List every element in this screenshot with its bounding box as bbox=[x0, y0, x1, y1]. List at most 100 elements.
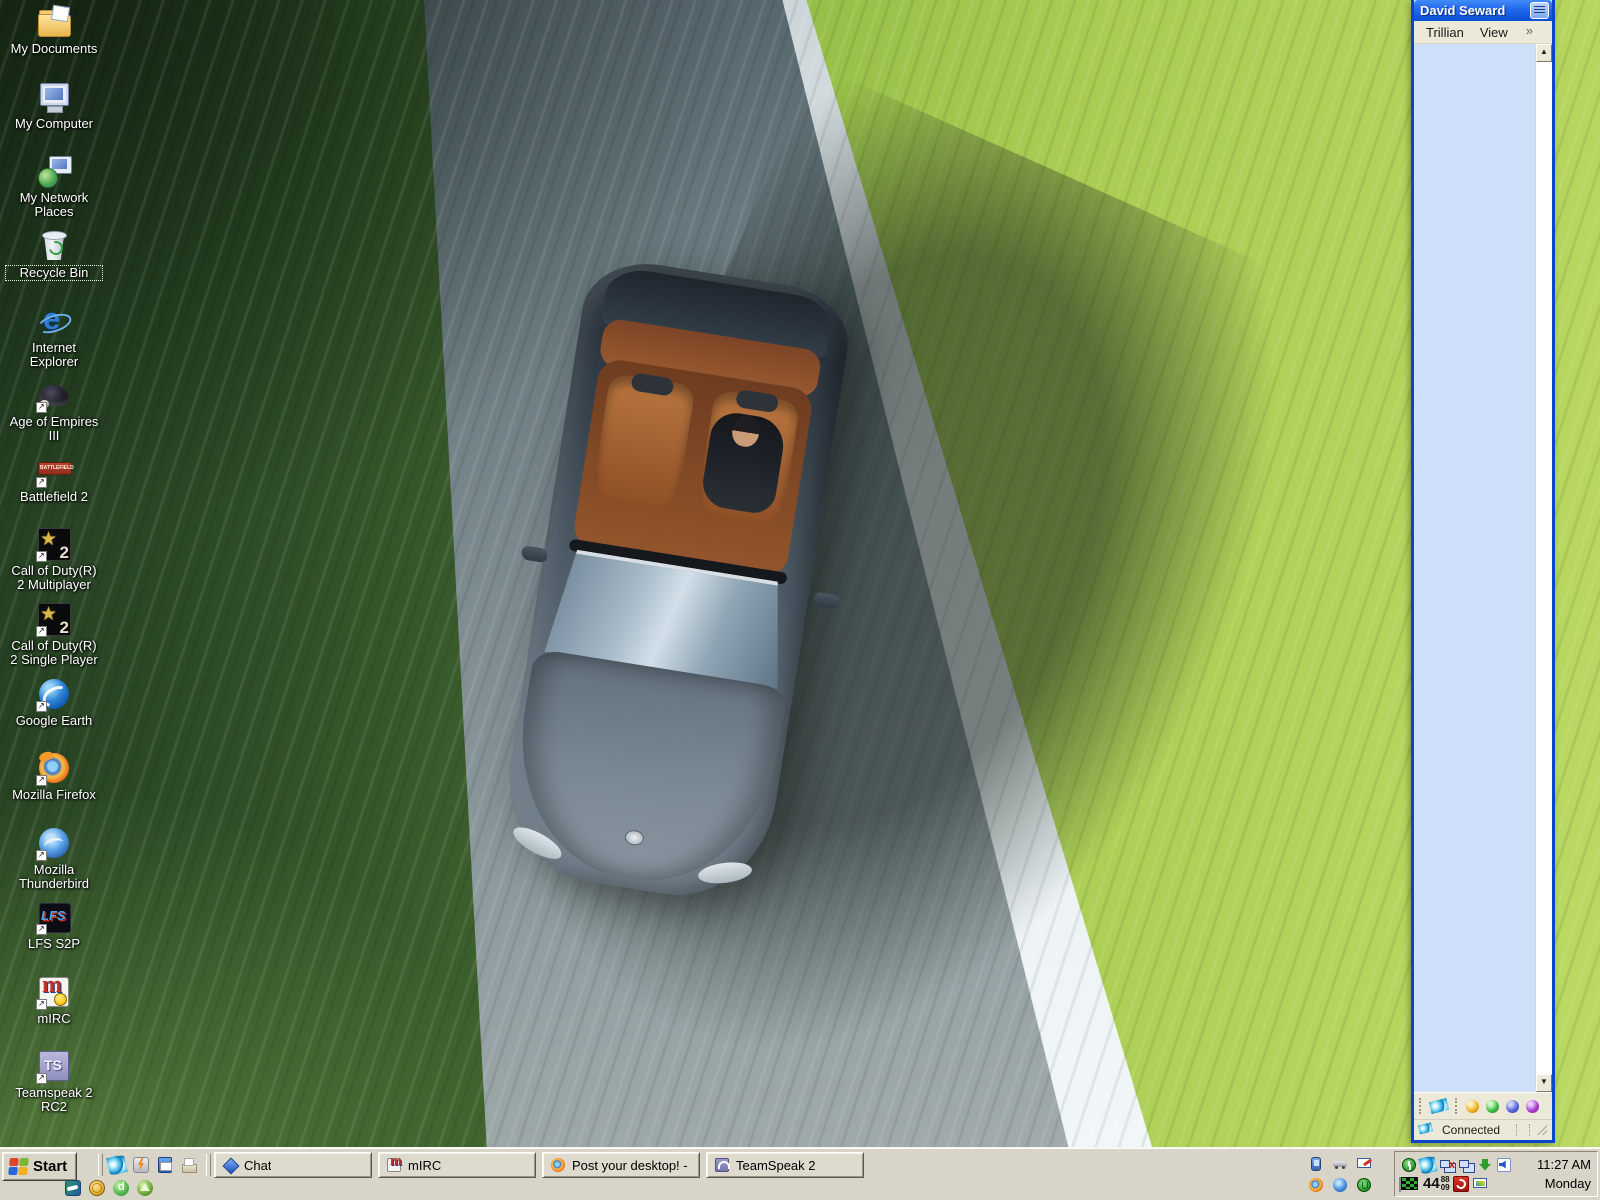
desktop-icon-internet-explorer[interactable]: Internet Explorer bbox=[6, 301, 102, 370]
sync-red-tray-icon[interactable] bbox=[1452, 1175, 1469, 1192]
desktop-icon-label-selected: Recycle Bin bbox=[5, 264, 103, 282]
clock-day[interactable]: Monday bbox=[1545, 1176, 1591, 1191]
desktop-icon-label: mIRC bbox=[37, 1011, 71, 1026]
call-of-duty-2-icon: 2 bbox=[36, 526, 72, 562]
menu-overflow-chevron-icon[interactable]: » bbox=[1526, 23, 1533, 38]
blue-orb-button[interactable] bbox=[1506, 1099, 1519, 1113]
quicklaunch-globe-up-icon[interactable] bbox=[136, 1179, 154, 1197]
desktop-wallpaper bbox=[0, 0, 1600, 1200]
connection-status: Connected bbox=[1442, 1123, 1501, 1137]
menu-view[interactable]: View bbox=[1480, 25, 1508, 40]
contact-list-empty[interactable] bbox=[1414, 44, 1535, 1092]
scrollbar[interactable] bbox=[1535, 44, 1552, 1092]
firefox-icon bbox=[36, 750, 72, 786]
task-button-post-your-desktop[interactable]: Post your desktop! - Pag... bbox=[542, 1152, 700, 1178]
statusbar-grips bbox=[1516, 1124, 1532, 1136]
network-error-tray-icon[interactable] bbox=[1439, 1157, 1455, 1173]
thunderbird-tray-icon[interactable] bbox=[1332, 1177, 1348, 1193]
desktop-icon-lfs-s2p[interactable]: LFS S2P bbox=[6, 899, 102, 951]
desktop-icon-cod2-singleplayer[interactable]: 2 Call of Duty(R) 2 Single Player bbox=[6, 601, 102, 667]
internet-explorer-icon bbox=[36, 301, 72, 339]
display-colors-tray-icon[interactable] bbox=[1472, 1176, 1488, 1192]
shortcut-arrow-icon bbox=[36, 477, 47, 488]
tray-row-1: 11:27 AM bbox=[1401, 1154, 1591, 1175]
toolbar-grip[interactable] bbox=[206, 1154, 211, 1176]
desktop-icon-label: Internet Explorer bbox=[29, 340, 79, 370]
desktop-icon-cod2-multiplayer[interactable]: 2 Call of Duty(R) 2 Multiplayer bbox=[6, 526, 102, 592]
task-button-chat[interactable]: Chat bbox=[214, 1152, 372, 1178]
desktop-icon-label: Teamspeak 2 RC2 bbox=[15, 1085, 93, 1115]
display-pencil-tray-icon[interactable] bbox=[1356, 1156, 1372, 1172]
window-resize-grip[interactable] bbox=[1537, 1125, 1547, 1135]
clock-time[interactable]: 11:27 AM bbox=[1537, 1157, 1591, 1172]
quicklaunch-mail-icon[interactable] bbox=[156, 1156, 174, 1174]
lfs-icon bbox=[36, 899, 72, 935]
trillian-tray-icon[interactable] bbox=[1418, 1154, 1438, 1175]
scroll-up-button[interactable] bbox=[1536, 44, 1552, 62]
quicklaunch-gold-coin-icon[interactable] bbox=[88, 1179, 106, 1197]
yellow-orb-button[interactable] bbox=[1466, 1099, 1479, 1113]
green-orb-tray-icon[interactable] bbox=[1356, 1177, 1372, 1193]
quicklaunch-printer-icon[interactable] bbox=[180, 1156, 198, 1174]
quicklaunch-dap-icon[interactable] bbox=[112, 1179, 130, 1197]
quicklaunch-winamp-icon[interactable] bbox=[132, 1156, 150, 1174]
toolbar-grip[interactable] bbox=[98, 1154, 103, 1176]
car-mirror-right bbox=[812, 591, 841, 610]
desktop-icon-age-of-empires-3[interactable]: Age of Empires III bbox=[6, 377, 102, 443]
desktop-icon-recycle-bin[interactable]: Recycle Bin bbox=[5, 228, 103, 282]
mirc-icon bbox=[36, 972, 72, 1010]
car-seat-left bbox=[591, 372, 696, 511]
desktop-icon-teamspeak-2[interactable]: Teamspeak 2 RC2 bbox=[6, 1048, 102, 1114]
start-button[interactable]: Start bbox=[2, 1152, 78, 1181]
trillian-contact-list-window: David Seward Trillian View » Connected bbox=[1411, 0, 1555, 1143]
shortcut-arrow-icon bbox=[36, 775, 47, 786]
network-tray-icon[interactable] bbox=[1458, 1157, 1474, 1173]
purple-orb-button[interactable] bbox=[1526, 1099, 1539, 1113]
quicklaunch-lfs-car-icon[interactable] bbox=[64, 1179, 82, 1197]
google-earth-icon bbox=[36, 676, 72, 712]
desktop-icon-mozilla-thunderbird[interactable]: Mozilla Thunderbird bbox=[6, 825, 102, 891]
volume-tray-icon[interactable] bbox=[1496, 1157, 1512, 1173]
teamspeak-icon bbox=[714, 1157, 730, 1173]
trillian-icon[interactable] bbox=[1428, 1098, 1450, 1114]
taskbar: Start Chat mIRC Post your desktop! - Pag… bbox=[0, 1147, 1600, 1200]
checkered-flag-tray-icon[interactable] bbox=[1399, 1177, 1418, 1192]
desktop-icon-my-network-places[interactable]: My Network Places bbox=[6, 153, 102, 219]
desktop-icon-my-computer[interactable]: My Computer bbox=[6, 79, 102, 131]
shortcut-arrow-icon bbox=[36, 999, 47, 1010]
my-computer-icon bbox=[36, 79, 72, 115]
battlefield-2-icon bbox=[36, 452, 74, 488]
green-arrow-tray-icon[interactable] bbox=[1477, 1157, 1493, 1173]
toolbar-grip[interactable] bbox=[1455, 1098, 1459, 1114]
window-titlebar[interactable]: David Seward bbox=[1414, 0, 1552, 21]
desktop-icon-battlefield-2[interactable]: Battlefield 2 bbox=[6, 452, 102, 504]
desktop-icon-mirc[interactable]: mIRC bbox=[6, 972, 102, 1026]
toolbar-grip[interactable] bbox=[1419, 1098, 1423, 1114]
shortcut-arrow-icon bbox=[36, 402, 47, 413]
green-clock-tray-icon[interactable] bbox=[1401, 1157, 1417, 1173]
quicklaunch-trillian-icon[interactable] bbox=[106, 1154, 128, 1176]
shortcut-arrow-icon bbox=[36, 1073, 47, 1084]
trillian-status-icon bbox=[1417, 1122, 1434, 1135]
task-button-mirc[interactable]: mIRC bbox=[378, 1152, 536, 1178]
scroll-down-button[interactable] bbox=[1536, 1074, 1552, 1092]
desktop-icon-mozilla-firefox[interactable]: Mozilla Firefox bbox=[6, 750, 102, 802]
desktop-icon-label: LFS S2P bbox=[27, 936, 81, 951]
window-shade-button[interactable] bbox=[1530, 2, 1549, 19]
task-button-label: Post your desktop! - Pag... bbox=[572, 1157, 692, 1173]
system-tray: 11:27 AM 44 88 09 Monday bbox=[1394, 1151, 1598, 1197]
firefox-tray-icon[interactable] bbox=[1308, 1177, 1324, 1193]
desktop-icon-my-documents[interactable]: My Documents bbox=[6, 4, 102, 56]
pda-tray-icon[interactable] bbox=[1308, 1156, 1324, 1172]
window-menubar: Trillian View » bbox=[1414, 21, 1552, 44]
my-network-places-icon bbox=[36, 153, 72, 189]
task-button-teamspeak-2[interactable]: TeamSpeak 2 bbox=[706, 1152, 864, 1178]
desktop-icon-google-earth[interactable]: Google Earth bbox=[6, 676, 102, 728]
contact-list-area bbox=[1414, 44, 1552, 1092]
recycle-bin-icon bbox=[36, 228, 72, 264]
chat-window-icon bbox=[222, 1157, 238, 1173]
green-orb-button[interactable] bbox=[1486, 1099, 1499, 1113]
car-tray-icon[interactable] bbox=[1332, 1156, 1348, 1172]
desktop-icon-label: My Computer bbox=[14, 116, 94, 131]
menu-trillian[interactable]: Trillian bbox=[1426, 25, 1464, 40]
